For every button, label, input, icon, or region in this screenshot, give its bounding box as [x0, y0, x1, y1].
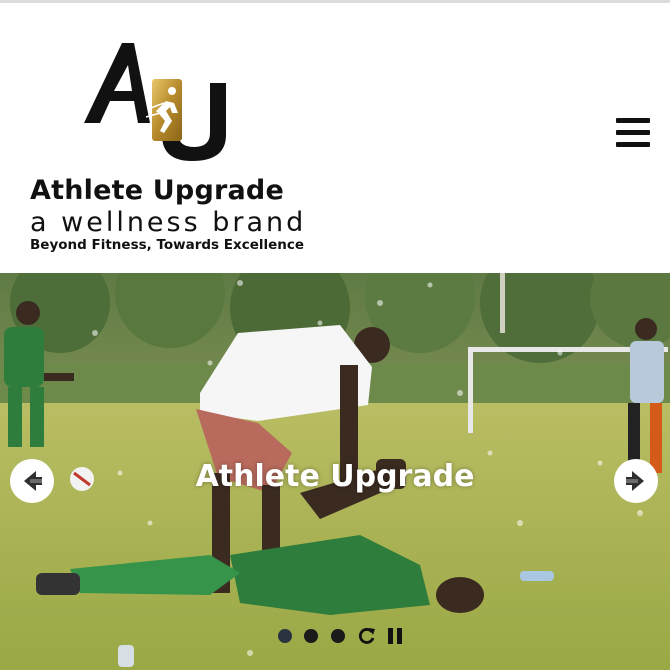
hamburger-menu-icon[interactable]	[614, 116, 654, 152]
slide-caption: Athlete Upgrade	[195, 459, 475, 494]
slide-dot-1[interactable]	[278, 629, 292, 643]
arrow-left-icon[interactable]	[10, 459, 54, 503]
slider-controls	[274, 626, 414, 646]
brand-tagline: Beyond Fitness, Towards Excellence	[30, 237, 305, 253]
slide-dot-2[interactable]	[304, 629, 318, 643]
menu-bar	[616, 130, 650, 135]
site-header: Athlete Upgrade a wellness brand Beyond …	[0, 3, 670, 273]
brand-subtitle: a wellness brand	[30, 207, 307, 238]
arrow-right-icon[interactable]	[614, 459, 658, 503]
slide-dot-3[interactable]	[331, 629, 345, 643]
replay-icon[interactable]	[358, 627, 376, 645]
menu-bar	[616, 118, 650, 123]
brand-name: Athlete Upgrade	[30, 175, 284, 206]
pause-icon[interactable]	[386, 627, 404, 645]
brand-logo[interactable]	[80, 39, 230, 167]
menu-bar	[616, 142, 650, 147]
hero-slider[interactable]: Athlete Upgrade	[0, 273, 670, 670]
